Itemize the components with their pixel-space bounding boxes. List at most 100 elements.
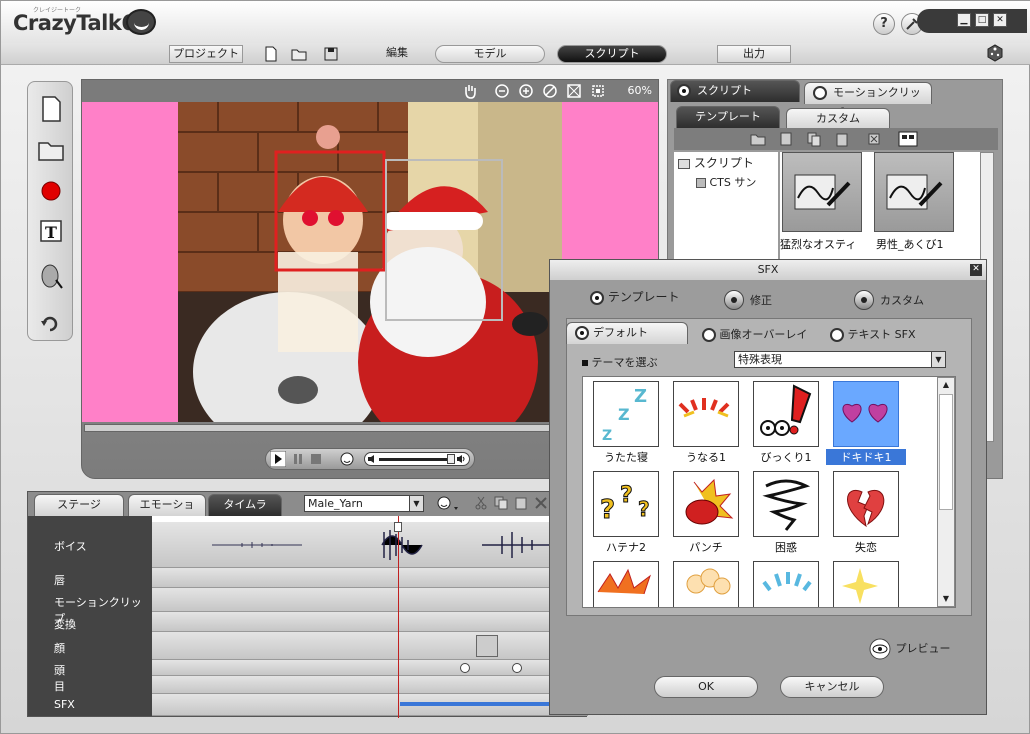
delete-icon[interactable] [778, 131, 794, 147]
tab-text-sfx[interactable]: テキスト SFX [830, 326, 916, 342]
delete-icon[interactable] [534, 496, 548, 510]
text-icon[interactable]: T [36, 216, 66, 246]
template-label: 猛烈なオスティ [780, 238, 857, 251]
tab-default[interactable]: デフォルト [566, 322, 688, 344]
track-transform[interactable] [152, 612, 588, 632]
sfx-thumb-heartbreak[interactable] [833, 471, 899, 537]
volume-thumb[interactable] [447, 454, 455, 464]
timeline-panel: ステージ エモーション タイムライン Male_Yarn ▼ ボイス 唇 モーシ… [27, 491, 588, 718]
help-button[interactable]: ? [873, 13, 895, 35]
tab-script[interactable]: スクリプト [670, 80, 800, 102]
keyframe-icon[interactable] [512, 663, 522, 673]
paste-icon[interactable] [834, 131, 850, 147]
scroll-thumb[interactable] [939, 394, 953, 510]
fit-view-icon[interactable] [566, 83, 582, 99]
track-head[interactable] [152, 660, 588, 676]
track-motion[interactable] [152, 588, 588, 612]
sfx-thumb-confused[interactable] [753, 471, 819, 537]
tab-overlay[interactable]: 画像オーバーレイ [702, 326, 807, 342]
track-lips[interactable] [152, 568, 588, 588]
maximize-button[interactable]: □ [975, 13, 989, 27]
option-template[interactable]: テンプレート [590, 288, 679, 305]
tab-emotion[interactable]: エモーション [128, 494, 206, 531]
keyframe-icon[interactable] [460, 663, 470, 673]
face-preview-icon[interactable] [338, 451, 356, 467]
sfx-thumb-punch[interactable] [673, 471, 739, 537]
tab-motion-clip[interactable]: モーションクリップ [804, 82, 932, 119]
close-button[interactable]: ✕ [993, 13, 1007, 27]
scroll-up-icon[interactable]: ▲ [939, 378, 953, 392]
face-keyframe-icon[interactable] [476, 635, 498, 657]
sfx-thumb-growl[interactable] [673, 381, 739, 447]
voice-waveform [212, 530, 588, 560]
voice-settings-icon[interactable] [436, 495, 460, 513]
copy-icon[interactable] [806, 131, 822, 147]
option-custom-radio[interactable] [854, 290, 874, 310]
undo-redo-icon[interactable] [36, 308, 66, 338]
project-button[interactable]: プロジェクト [169, 45, 243, 63]
model-button[interactable]: モデル [435, 45, 545, 63]
tab-stage[interactable]: ステージ [34, 494, 124, 516]
dialog-close-button[interactable]: ✕ [970, 264, 982, 276]
remove-icon[interactable] [866, 131, 882, 147]
edit-menu[interactable]: 編集 [369, 45, 425, 63]
stop-icon[interactable] [308, 451, 324, 467]
actual-size-icon[interactable] [590, 83, 606, 99]
view-mode-icon[interactable] [898, 131, 918, 147]
option-modify-radio[interactable] [724, 290, 744, 310]
play-icon[interactable] [270, 451, 286, 467]
tree-child[interactable]: CTS サン [696, 174, 756, 190]
sfx-thumb-sparkle[interactable] [833, 561, 899, 607]
tab-template[interactable]: テンプレート [676, 106, 780, 128]
ok-button[interactable]: OK [654, 676, 758, 698]
transport-controls [265, 448, 475, 470]
reset-zoom-icon[interactable] [542, 83, 558, 99]
pause-icon[interactable] [290, 451, 306, 467]
scroll-down-icon[interactable]: ▼ [939, 592, 953, 606]
paste-icon[interactable] [514, 496, 528, 510]
tab-custom[interactable]: カスタム [786, 108, 890, 130]
minimize-button[interactable]: ▁ [957, 13, 971, 27]
volume-slider[interactable] [364, 452, 470, 466]
tab-timeline[interactable]: タイムライン [208, 494, 282, 531]
theme-select[interactable]: 特殊表現 ▼ [734, 351, 946, 368]
tab-overlay-label: 画像オーバーレイ [719, 328, 808, 341]
zoom-in-icon[interactable] [518, 83, 534, 99]
track-face[interactable] [152, 632, 588, 660]
zoom-out-icon[interactable] [494, 83, 510, 99]
sfx-thumb-splash[interactable] [753, 561, 819, 607]
theme-label-text: テーマを選ぶ [591, 356, 658, 369]
tree-root[interactable]: スクリプト [678, 154, 754, 171]
output-button[interactable]: 出力 [717, 45, 791, 63]
sfx-thumb-cloud[interactable] [673, 561, 739, 607]
sfx-grid-scrollbar[interactable]: ▲ ▼ [937, 377, 955, 607]
folder-icon[interactable] [750, 131, 766, 147]
open-folder-icon[interactable] [291, 46, 307, 62]
new-document-icon[interactable] [36, 94, 66, 124]
head-icon[interactable] [36, 262, 66, 292]
track-sfx[interactable] [152, 694, 588, 716]
cancel-button[interactable]: キャンセル [780, 676, 884, 698]
new-file-icon[interactable] [263, 46, 279, 62]
voice-select[interactable]: Male_Yarn ▼ [304, 495, 424, 512]
template-thumb[interactable] [874, 152, 954, 232]
dice-icon[interactable] [985, 43, 1005, 63]
save-icon[interactable] [323, 46, 339, 62]
hand-icon[interactable] [462, 83, 478, 99]
copy-icon[interactable] [494, 496, 508, 510]
sfx-thumb-surprise[interactable] [753, 381, 819, 447]
playhead[interactable] [398, 516, 399, 718]
sfx-thumb-question[interactable]: ??? [593, 471, 659, 537]
sfx-thumb-nap[interactable]: ZZZ [593, 381, 659, 447]
template-thumb[interactable] [782, 152, 862, 232]
preview-button[interactable]: プレビュー [868, 638, 951, 660]
script-button[interactable]: スクリプト [557, 45, 667, 63]
record-icon[interactable] [36, 176, 66, 206]
cut-icon[interactable] [474, 496, 488, 510]
track-eyes[interactable] [152, 676, 588, 694]
open-file-icon[interactable] [36, 134, 66, 164]
playhead-handle[interactable] [394, 522, 402, 532]
sfx-thumb-heartbeat[interactable] [833, 381, 899, 447]
track-voice[interactable] [152, 522, 588, 568]
sfx-thumb-explosion[interactable] [593, 561, 659, 607]
